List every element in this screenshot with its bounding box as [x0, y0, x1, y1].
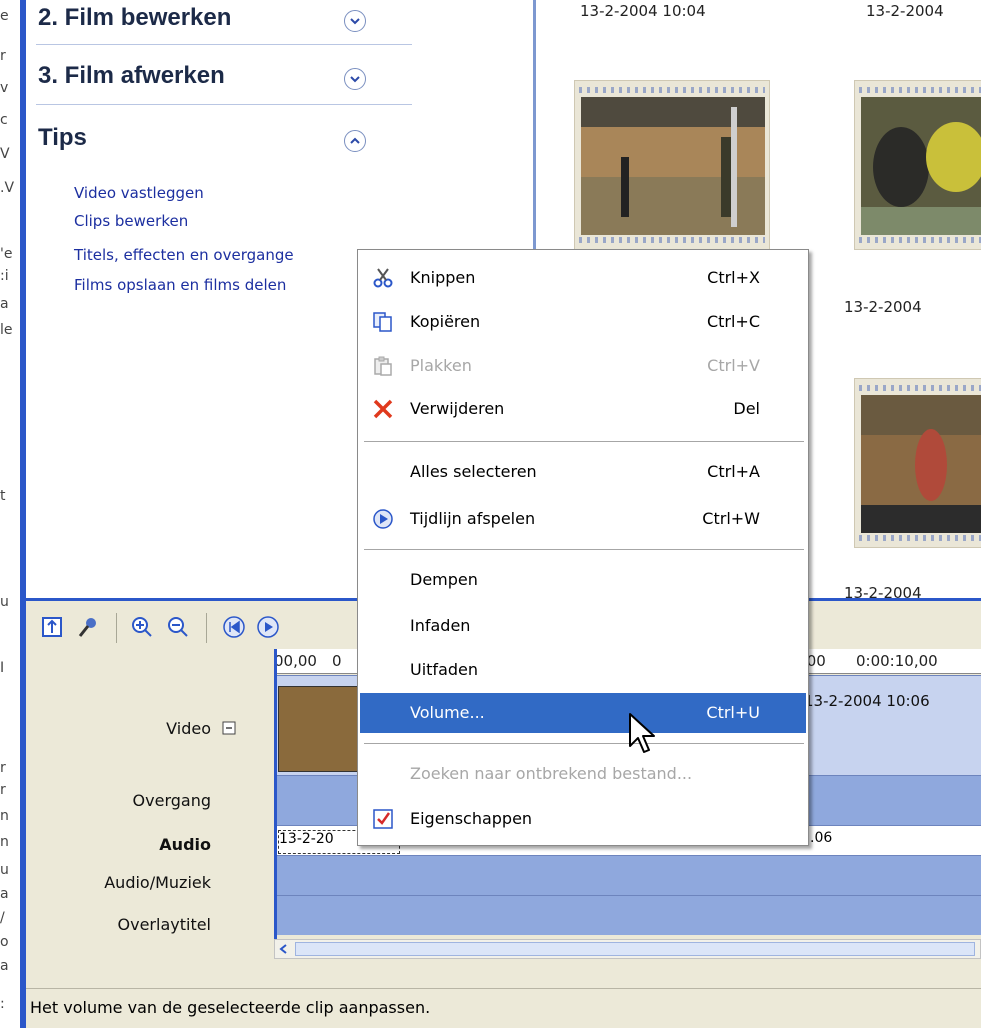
narrate-microphone-icon[interactable] [76, 615, 100, 639]
play-icon [373, 509, 393, 529]
video-clip-thumbnail[interactable] [278, 686, 360, 772]
menu-item-dempen[interactable]: Dempen [360, 560, 806, 600]
menu-item-label: Tijdlijn afspelen [410, 509, 536, 528]
film-perforation [579, 87, 765, 93]
clip-date-label: 13-2-2004 [844, 584, 922, 598]
menu-item-shortcut: Ctrl+X [707, 268, 760, 287]
tip-link-films-opslaan[interactable]: Films opslaan en films delen [74, 276, 286, 294]
playhead[interactable] [274, 649, 277, 949]
menu-item-shortcut: Ctrl+W [702, 509, 760, 528]
scroll-left-arrow-icon[interactable] [277, 942, 291, 956]
ruler-tick-label: 00,00 [274, 652, 317, 670]
menu-item-knippen[interactable]: Knippen Ctrl+X [360, 258, 806, 298]
menu-item-label: Volume... [410, 703, 485, 722]
menu-item-label: Verwijderen [410, 399, 505, 418]
audio-clip-label: .06 [810, 830, 833, 846]
track-label-overlay-title: Overlaytitel [117, 915, 211, 934]
menu-item-zoeken-ontbrekend-bestand[interactable]: Zoeken naar ontbrekend bestand... [360, 754, 806, 794]
mouse-cursor-icon [629, 713, 655, 753]
properties-icon [373, 809, 393, 829]
section-divider [36, 104, 412, 105]
menu-item-shortcut: Ctrl+V [707, 356, 760, 375]
menu-item-kopieren[interactable]: Kopiëren Ctrl+C [360, 302, 806, 342]
menu-item-shortcut: Ctrl+U [706, 703, 760, 722]
film-perforation [859, 237, 981, 243]
clip-thumbnail[interactable] [854, 378, 981, 548]
film-perforation [859, 535, 981, 541]
status-bar: Het volume van de geselecteerde clip aan… [26, 988, 981, 1028]
scroll-thumb[interactable] [295, 942, 975, 956]
menu-item-volume[interactable]: Volume... Ctrl+U [360, 693, 806, 733]
track-label-transition: Overgang [132, 791, 211, 810]
collapse-video-track-icon[interactable] [222, 721, 236, 735]
track-label-video: Video [166, 719, 211, 738]
zoom-out-icon[interactable] [166, 615, 190, 639]
clip-image [861, 97, 981, 235]
menu-item-label: Uitfaden [410, 660, 479, 679]
film-perforation [859, 87, 981, 93]
menu-item-infaden[interactable]: Infaden [360, 606, 806, 646]
menu-separator [364, 743, 804, 744]
toolbar-separator [116, 613, 117, 643]
play-timeline-icon[interactable] [256, 615, 280, 639]
tip-link-video-vastleggen[interactable]: Video vastleggen [74, 184, 204, 202]
status-text: Het volume van de geselecteerde clip aan… [30, 998, 431, 1017]
menu-item-alles-selecteren[interactable]: Alles selecteren Ctrl+A [360, 452, 806, 492]
scissors-icon [373, 268, 393, 288]
menu-separator [364, 441, 804, 442]
menu-item-label: Infaden [410, 616, 471, 635]
menu-item-label: Zoeken naar ontbrekend bestand... [410, 764, 693, 783]
context-menu: Knippen Ctrl+X Kopiëren Ctrl+C Plakken C… [357, 249, 809, 846]
overlay-title-track[interactable] [274, 895, 981, 935]
expand-film-bewerken-button[interactable] [344, 10, 366, 32]
menu-item-shortcut: Ctrl+C [706, 312, 760, 331]
menu-item-label: Alles selecteren [410, 462, 537, 481]
menu-item-tijdlijn-afspelen[interactable]: Tijdlijn afspelen Ctrl+W [360, 499, 806, 539]
ruler-tick-label: 0 [332, 652, 342, 670]
expand-film-afwerken-button[interactable] [344, 68, 366, 90]
menu-item-label: Kopiëren [410, 312, 481, 331]
clip-date-label: 13-2-2004 10:04 [580, 2, 706, 20]
film-perforation [859, 385, 981, 391]
ruler-tick-label: 0:00:10,00 [856, 652, 938, 670]
toolbar-separator [206, 613, 207, 643]
menu-item-verwijderen[interactable]: Verwijderen Del [360, 389, 806, 429]
clip-thumbnail[interactable] [854, 80, 981, 250]
collapse-tips-button[interactable] [344, 130, 366, 152]
menu-item-label: Knippen [410, 268, 476, 287]
film-perforation [579, 237, 765, 243]
track-label-audio: Audio [159, 835, 211, 854]
audio-music-track[interactable] [274, 855, 981, 895]
clip-image [861, 395, 981, 533]
menu-item-label: Plakken [410, 356, 472, 375]
storyboard-toggle-icon[interactable] [40, 615, 64, 639]
video-clip-date: 13-2-2004 10:06 [804, 692, 930, 710]
menu-item-eigenschappen[interactable]: Eigenschappen [360, 799, 806, 839]
clip-date-label: 13-2-2004 [844, 298, 922, 316]
paste-icon [374, 356, 392, 376]
menu-item-shortcut: Del [733, 399, 760, 418]
section-divider [36, 44, 412, 45]
chevron-up-icon [350, 137, 360, 144]
menu-item-label: Dempen [410, 570, 478, 589]
zoom-in-icon[interactable] [130, 615, 154, 639]
delete-x-icon [373, 399, 393, 419]
menu-item-uitfaden[interactable]: Uitfaden [360, 650, 806, 690]
tip-link-titels-effecten[interactable]: Titels, effecten en overgange [74, 246, 294, 264]
menu-item-plakken[interactable]: Plakken Ctrl+V [360, 346, 806, 386]
clip-date-label: 13-2-2004 [866, 2, 944, 20]
menu-separator [364, 549, 804, 550]
background-window-edge: e r v c V .V'e:i a le t u Ir r n n u a / o a: [0, 0, 20, 1028]
clip-thumbnail[interactable] [574, 80, 770, 250]
rewind-timeline-icon[interactable] [222, 615, 246, 639]
track-label-audio-music: Audio/Muziek [104, 873, 211, 892]
tip-link-clips-bewerken[interactable]: Clips bewerken [74, 212, 188, 230]
menu-item-label: Eigenschappen [410, 809, 533, 828]
clip-image [581, 97, 765, 235]
copy-icon [373, 312, 392, 332]
chevron-down-icon [350, 18, 360, 25]
timeline-horizontal-scrollbar[interactable] [274, 939, 981, 959]
menu-item-shortcut: Ctrl+A [707, 462, 760, 481]
chevron-down-icon [350, 76, 360, 83]
